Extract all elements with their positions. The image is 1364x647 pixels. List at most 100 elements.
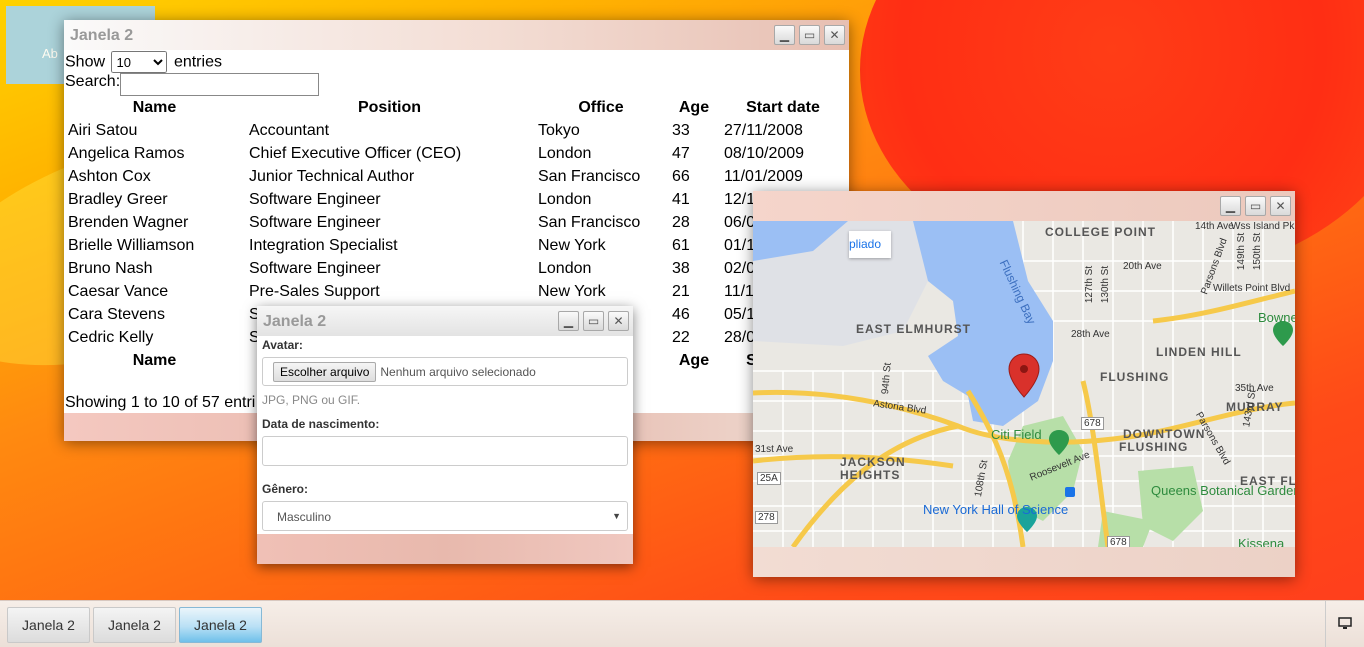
table-cell: 46 bbox=[672, 305, 690, 323]
maximize-button[interactable]: ▭ bbox=[583, 311, 604, 331]
maximize-button[interactable]: ▭ bbox=[799, 25, 820, 45]
map-label-whitestone: Wss Island Pk bbox=[1231, 221, 1295, 232]
map-label-127th: 127th St bbox=[1084, 265, 1096, 304]
map-label-downtown-flushing: FLUSHING bbox=[1119, 440, 1189, 454]
map-view[interactable]: pliado COLLEGE POINT 14th Ave Wss Island… bbox=[753, 221, 1295, 547]
show-label: Show bbox=[65, 53, 106, 71]
table-cell: Tokyo bbox=[538, 121, 580, 139]
table-cell: 33 bbox=[672, 121, 690, 139]
entries-select[interactable]: 10 bbox=[111, 51, 168, 73]
table-cell: 08/10/2009 bbox=[724, 144, 805, 162]
map-shield-25a: 25A bbox=[757, 472, 781, 485]
map-shield-678: 678 bbox=[1081, 417, 1104, 430]
table-cell: Angelica Ramos bbox=[68, 144, 185, 162]
table-row[interactable]: Caesar VancePre-Sales SupportNew York211… bbox=[64, 280, 846, 303]
map-label-flushing: FLUSHING bbox=[1100, 370, 1170, 384]
table-cell: 21 bbox=[672, 282, 690, 300]
close-button[interactable]: ✕ bbox=[824, 25, 845, 45]
window-footer bbox=[257, 534, 633, 564]
table-cell: Cara Stevens bbox=[68, 305, 165, 323]
window-title: Janela 2 bbox=[70, 27, 134, 44]
map-label-28th-ave: 28th Ave bbox=[1071, 329, 1110, 340]
map-label-jackson: JACKSON bbox=[840, 455, 906, 469]
gender-selected-value: Masculino bbox=[277, 510, 332, 524]
map-label-149th: 149th St bbox=[1236, 232, 1248, 271]
map-label-31st-ave: 31st Ave bbox=[755, 444, 794, 455]
gender-label: Gênero: bbox=[262, 482, 309, 496]
window-titlebar[interactable]: Janela 2 ▁ ▭ ✕ bbox=[64, 20, 849, 50]
table-cell: Software Engineer bbox=[249, 259, 381, 277]
map-label-east-elmhurst: EAST ELMHURST bbox=[856, 322, 971, 336]
table-cell: New York bbox=[538, 236, 606, 254]
column-header[interactable]: Name bbox=[64, 96, 245, 119]
table-cell: 66 bbox=[672, 167, 690, 185]
map-label-downtown: DOWNTOWN bbox=[1123, 427, 1206, 441]
table-cell: 22 bbox=[672, 328, 690, 346]
column-header[interactable]: Start date bbox=[720, 96, 846, 119]
search-input[interactable] bbox=[120, 73, 320, 96]
table-cell: London bbox=[538, 190, 592, 208]
map-label-bowne: Bowne bbox=[1258, 310, 1295, 325]
minimize-button[interactable]: ▁ bbox=[1220, 196, 1241, 216]
map-enlarge-link[interactable]: pliado bbox=[849, 231, 892, 258]
map-label-jackson-heights: HEIGHTS bbox=[840, 468, 901, 482]
map-label-kissena: Kissena bbox=[1238, 536, 1285, 547]
table-cell: Junior Technical Author bbox=[249, 167, 415, 185]
map-label-130th: 130th St bbox=[1100, 265, 1112, 304]
window-titlebar[interactable]: Janela 2 ▁ ▭ ✕ bbox=[257, 306, 633, 336]
map-shield-678-2: 678 bbox=[1107, 536, 1130, 547]
table-cell: 11/01/2009 bbox=[724, 167, 803, 185]
table-cell: Cedric Kelly bbox=[68, 328, 154, 346]
choose-file-button[interactable]: Escolher arquivo bbox=[273, 362, 377, 382]
table-row[interactable]: Bradley GreerSoftware EngineerLondon4112… bbox=[64, 188, 846, 211]
close-button[interactable]: ✕ bbox=[608, 311, 629, 331]
table-cell: London bbox=[538, 144, 592, 162]
table-cell: 41 bbox=[672, 190, 690, 208]
gender-select[interactable]: Masculino ▼ bbox=[262, 501, 628, 531]
table-cell: New York bbox=[538, 282, 606, 300]
minimize-button[interactable]: ▁ bbox=[774, 25, 795, 45]
column-footer: Age bbox=[678, 351, 710, 369]
file-status: Nenhum arquivo selecionado bbox=[380, 365, 536, 379]
close-button[interactable]: ✕ bbox=[1270, 196, 1291, 216]
map-label-150th: 150th St bbox=[1252, 232, 1264, 271]
table-cell: 27/11/2008 bbox=[724, 121, 803, 139]
table-cell: Bradley Greer bbox=[68, 190, 168, 208]
table-cell: London bbox=[538, 259, 592, 277]
taskbar-item-active[interactable]: Janela 2 bbox=[179, 607, 262, 643]
column-footer: Name bbox=[132, 351, 177, 369]
maximize-button[interactable]: ▭ bbox=[1245, 196, 1266, 216]
table-cell: Chief Executive Officer (CEO) bbox=[249, 144, 462, 162]
column-header[interactable]: Position bbox=[245, 96, 534, 119]
search-label: Search: bbox=[65, 73, 121, 90]
column-header[interactable]: Office bbox=[534, 96, 668, 119]
map-label-linden-hill: LINDEN HILL bbox=[1156, 345, 1242, 359]
table-header-row: Name Position Office Age Start date bbox=[64, 96, 846, 119]
show-desktop-button[interactable] bbox=[1325, 601, 1364, 647]
taskbar-item[interactable]: Janela 2 bbox=[93, 607, 176, 643]
table-row[interactable]: Bruno NashSoftware EngineerLondon3802/05… bbox=[64, 257, 846, 280]
table-cell: 28 bbox=[672, 213, 690, 231]
table-row[interactable]: Angelica Ramos Chief Executive Officer (C… bbox=[64, 142, 846, 165]
avatar-file-input[interactable]: Escolher arquivo Nenhum arquivo seleciona… bbox=[262, 357, 628, 386]
entries-length: Show 10 entries bbox=[65, 51, 222, 73]
taskbar-item[interactable]: Janela 2 bbox=[7, 607, 90, 643]
table-row[interactable]: Airi Satou Accountant Tokyo 33 27/11/2008 bbox=[64, 119, 846, 142]
table-cell: Brielle Williamson bbox=[68, 236, 195, 254]
table-cell: Software Engineer bbox=[249, 213, 381, 231]
minimize-button[interactable]: ▁ bbox=[558, 311, 579, 331]
table-info: Showing 1 to 10 of 57 entri bbox=[65, 394, 256, 411]
map-label-queens-botanical: Queens Botanical Garden bbox=[1151, 483, 1295, 498]
map-label-ny-hall: New York Hall of Science bbox=[923, 502, 1069, 517]
table-row[interactable]: Ashton Cox Junior Technical Author San Fra… bbox=[64, 165, 846, 188]
map-enlarge-label: pliado bbox=[849, 237, 882, 251]
column-header[interactable]: Age bbox=[668, 96, 720, 119]
map-window: ▁ ▭ ✕ pliado COLLEGE POINT 14th Ave Wss … bbox=[753, 191, 1295, 577]
window-titlebar[interactable]: ▁ ▭ ✕ bbox=[753, 191, 1295, 221]
birth-date-input[interactable] bbox=[262, 436, 628, 466]
table-row[interactable]: Brielle Williamson Integration Specialist… bbox=[64, 234, 846, 257]
map-label-20th-ave: 20th Ave bbox=[1123, 261, 1162, 272]
window-footer bbox=[753, 547, 1295, 577]
table-row[interactable]: Brenden Wagner Software Engineer San Franc… bbox=[64, 211, 846, 234]
table-cell: Integration Specialist bbox=[249, 236, 398, 254]
